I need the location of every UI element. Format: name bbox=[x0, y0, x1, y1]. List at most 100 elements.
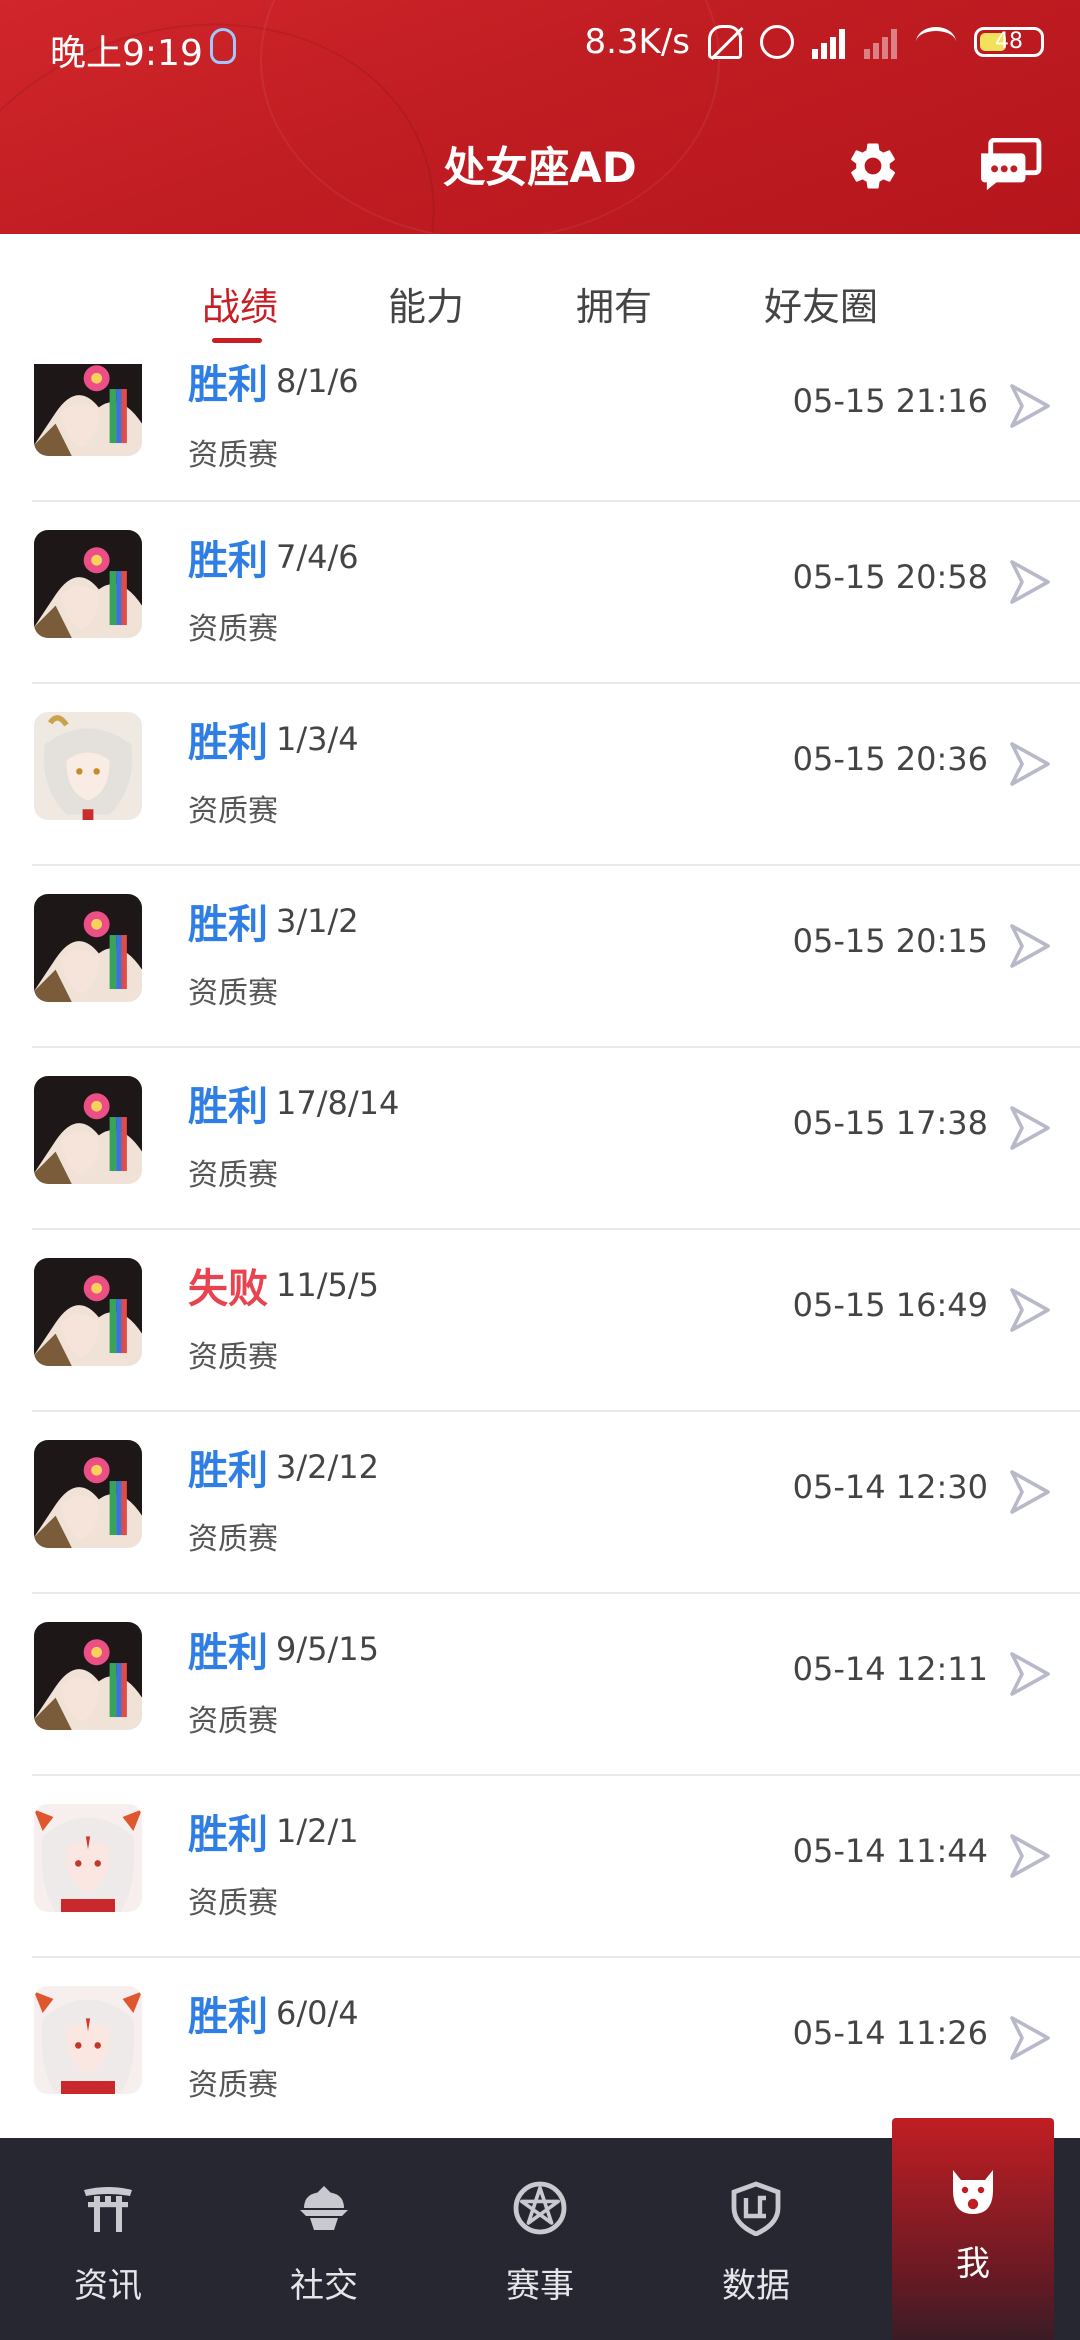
gear-icon[interactable] bbox=[845, 138, 901, 194]
match-mode: 资质赛 bbox=[188, 1704, 278, 1739]
lucky-cat-icon bbox=[953, 2170, 993, 2214]
match-time: 05-15 16:49 bbox=[792, 1286, 988, 1324]
match-kda: 3/2/12 bbox=[276, 1448, 379, 1486]
match-row[interactable]: 胜利 3/2/12 资质赛 05-14 12:30 bbox=[32, 1412, 1080, 1594]
match-row[interactable]: 胜利 3/1/2 资质赛 05-15 20:15 bbox=[32, 866, 1080, 1048]
shield-icon bbox=[731, 2181, 781, 2236]
status-icons: 8.3K/s 48 bbox=[584, 22, 1044, 62]
hero-avatar bbox=[34, 1258, 142, 1366]
match-row[interactable]: 胜利 9/5/15 资质赛 05-14 12:11 bbox=[32, 1594, 1080, 1776]
match-time: 05-15 20:15 bbox=[792, 922, 988, 960]
match-kda: 8/1/6 bbox=[276, 364, 359, 400]
match-row[interactable]: 胜利 7/4/6 资质赛 05-15 20:58 bbox=[32, 502, 1080, 684]
signal-secondary-icon bbox=[864, 25, 898, 59]
send-arrow-icon[interactable] bbox=[1010, 1106, 1050, 1150]
match-row[interactable]: 胜利 1/3/4 资质赛 05-15 20:36 bbox=[32, 684, 1080, 866]
match-time: 05-15 17:38 bbox=[792, 1104, 988, 1142]
send-arrow-icon[interactable] bbox=[1010, 1288, 1050, 1332]
match-mode: 资质赛 bbox=[188, 2068, 278, 2103]
alarm-icon bbox=[760, 25, 794, 59]
nav-label: 数据 bbox=[722, 2266, 790, 2306]
match-time: 05-14 11:26 bbox=[792, 2014, 988, 2052]
match-mode: 资质赛 bbox=[188, 612, 278, 647]
match-time: 05-14 12:30 bbox=[792, 1468, 988, 1506]
helmet-icon bbox=[300, 2186, 348, 2230]
tab-record[interactable]: 战绩 bbox=[202, 276, 278, 331]
match-kda: 17/8/14 bbox=[276, 1084, 400, 1122]
match-kda: 1/2/1 bbox=[276, 1812, 359, 1850]
hero-avatar bbox=[34, 1076, 142, 1184]
send-arrow-icon[interactable] bbox=[1010, 2016, 1050, 2060]
send-arrow-icon[interactable] bbox=[1010, 384, 1050, 428]
status-time: 晚上9:19 bbox=[50, 33, 203, 74]
nav-label: 资讯 bbox=[74, 2266, 142, 2306]
match-result: 胜利 bbox=[188, 902, 268, 948]
page-title: 处女座AD bbox=[443, 143, 637, 192]
nav-data[interactable]: 数据 bbox=[666, 2138, 846, 2340]
hero-avatar bbox=[34, 1440, 142, 1548]
battery-icon: 48 bbox=[974, 27, 1044, 57]
send-arrow-icon[interactable] bbox=[1010, 1652, 1050, 1696]
match-result: 胜利 bbox=[188, 1812, 268, 1858]
match-row[interactable]: 失败 11/5/5 资质赛 05-15 16:49 bbox=[32, 1230, 1080, 1412]
status-bar: 晚上9:19 8.3K/s 48 bbox=[0, 0, 1080, 96]
hero-avatar bbox=[34, 1622, 142, 1730]
signal-icon bbox=[812, 25, 846, 59]
send-arrow-icon[interactable] bbox=[1010, 924, 1050, 968]
qq-notification-icon bbox=[210, 28, 236, 64]
hero-avatar bbox=[34, 530, 142, 638]
match-result: 失败 bbox=[188, 1266, 268, 1312]
match-result: 胜利 bbox=[188, 1084, 268, 1130]
match-result: 胜利 bbox=[188, 1630, 268, 1676]
match-mode: 资质赛 bbox=[188, 1886, 278, 1921]
match-row[interactable]: 胜利 8/1/6 资质赛 05-15 21:16 bbox=[32, 364, 1080, 502]
match-kda: 3/1/2 bbox=[276, 902, 359, 940]
match-list[interactable]: 胜利 8/1/6 资质赛 05-15 21:16 胜利 7/4/6 资质赛 05-15 20:… bbox=[0, 364, 1080, 2138]
match-kda: 1/3/4 bbox=[276, 720, 359, 758]
match-kda: 9/5/15 bbox=[276, 1630, 379, 1668]
nav-me[interactable]: 我 bbox=[892, 2118, 1054, 2340]
pentagram-icon bbox=[513, 2181, 567, 2235]
match-mode: 资质赛 bbox=[188, 976, 278, 1011]
hero-avatar bbox=[34, 364, 142, 456]
tab-bar: 战绩 能力 拥有 好友圈 bbox=[0, 234, 1080, 364]
network-speed: 8.3K/s bbox=[584, 22, 690, 62]
match-result: 胜利 bbox=[188, 1994, 268, 2040]
match-row[interactable]: 胜利 17/8/14 资质赛 05-15 17:38 bbox=[32, 1048, 1080, 1230]
send-arrow-icon[interactable] bbox=[1010, 560, 1050, 604]
message-icon[interactable] bbox=[978, 138, 1042, 192]
hero-avatar bbox=[34, 894, 142, 1002]
tab-owned[interactable]: 拥有 bbox=[576, 276, 652, 331]
hero-avatar bbox=[34, 1986, 142, 2094]
nav-social[interactable]: 社交 bbox=[234, 2138, 414, 2340]
match-time: 05-15 20:36 bbox=[792, 740, 988, 778]
match-time: 05-14 11:44 bbox=[792, 1832, 988, 1870]
match-time: 05-15 20:58 bbox=[792, 558, 988, 596]
match-kda: 11/5/5 bbox=[276, 1266, 379, 1304]
match-mode: 资质赛 bbox=[188, 438, 278, 473]
tab-friends[interactable]: 好友圈 bbox=[764, 276, 878, 331]
nav-label: 我 bbox=[956, 2244, 990, 2284]
match-time: 05-15 21:16 bbox=[792, 382, 988, 420]
match-result: 胜利 bbox=[188, 1448, 268, 1494]
wifi-icon bbox=[916, 27, 956, 57]
send-arrow-icon[interactable] bbox=[1010, 742, 1050, 786]
tab-ability[interactable]: 能力 bbox=[388, 276, 464, 331]
nav-news[interactable]: 资讯 bbox=[18, 2138, 198, 2340]
nav-events[interactable]: 赛事 bbox=[450, 2138, 630, 2340]
send-arrow-icon[interactable] bbox=[1010, 1470, 1050, 1514]
match-mode: 资质赛 bbox=[188, 1522, 278, 1557]
torii-gate-icon bbox=[84, 2187, 132, 2232]
nav-label: 社交 bbox=[290, 2266, 358, 2306]
mute-bell-icon bbox=[708, 25, 742, 59]
hero-avatar bbox=[34, 1804, 142, 1912]
match-row[interactable]: 胜利 1/2/1 资质赛 05-14 11:44 bbox=[32, 1776, 1080, 1958]
hero-avatar bbox=[34, 712, 142, 820]
match-row[interactable]: 胜利 6/0/4 资质赛 05-14 11:26 bbox=[32, 1958, 1080, 2138]
match-result: 胜利 bbox=[188, 538, 268, 584]
match-result: 胜利 bbox=[188, 720, 268, 766]
match-mode: 资质赛 bbox=[188, 1158, 278, 1193]
battery-level: 48 bbox=[995, 29, 1023, 54]
send-arrow-icon[interactable] bbox=[1010, 1834, 1050, 1878]
match-kda: 7/4/6 bbox=[276, 538, 359, 576]
